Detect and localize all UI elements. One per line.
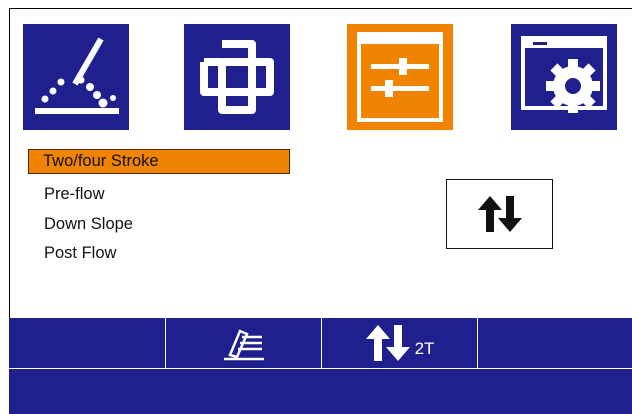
tab-welding[interactable]: [23, 24, 129, 130]
up-down-arrows-icon: [477, 196, 522, 232]
welding-torch-icon: [35, 37, 119, 114]
stroke-mode-label: 2T: [414, 339, 435, 358]
sliders-icon: [357, 32, 443, 122]
up-down-arrows-icon: [365, 325, 410, 361]
menu-item-pre-flow[interactable]: Pre-flow: [44, 182, 105, 207]
softkey-4[interactable]: [478, 318, 632, 368]
tab-link[interactable]: [184, 24, 290, 130]
up-down-selector-button[interactable]: [446, 179, 553, 249]
softkey-weld-process[interactable]: [166, 318, 321, 368]
window-gear-icon: [521, 36, 607, 113]
softkey-1[interactable]: [9, 318, 165, 368]
weld-process-icon: [223, 329, 264, 361]
softkey-bar: 2T: [9, 318, 632, 414]
menu-item-down-slope[interactable]: Down Slope: [44, 212, 133, 237]
softkey-stroke-mode[interactable]: 2T: [322, 318, 477, 368]
menu-item-post-flow[interactable]: Post Flow: [44, 241, 116, 266]
chain-link-icon: [200, 40, 274, 114]
tab-parameters[interactable]: [347, 24, 453, 130]
menu-item-two-four-stroke[interactable]: Two/four Stroke: [28, 149, 290, 174]
softkey-bar-divider: [9, 368, 632, 369]
tab-settings[interactable]: [511, 24, 617, 130]
